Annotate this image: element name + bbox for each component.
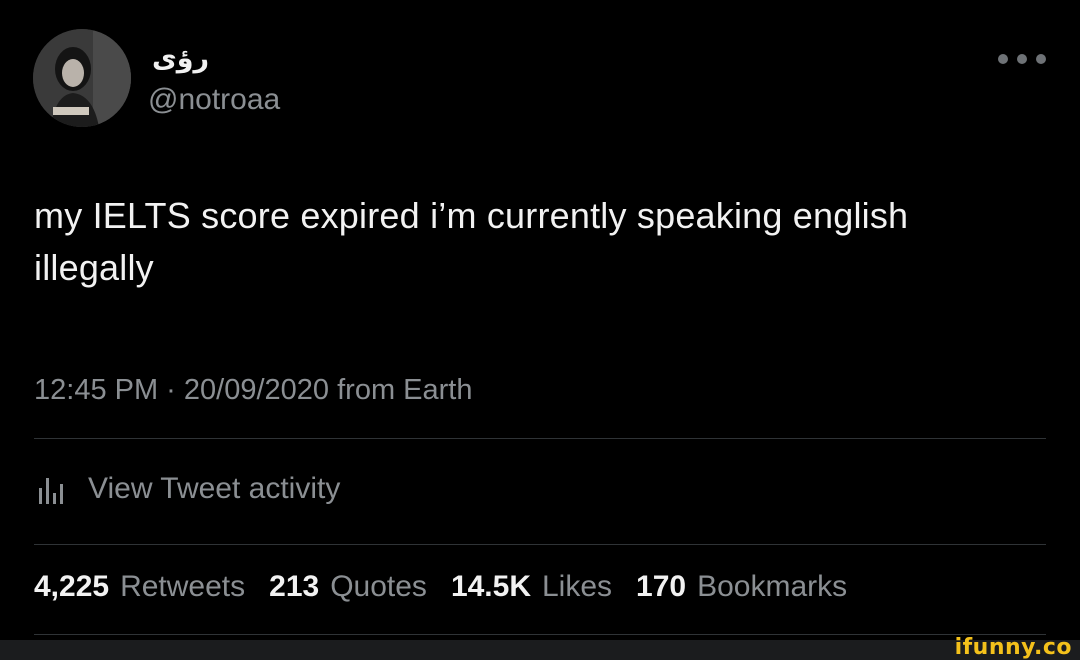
bar-chart-icon	[39, 478, 63, 504]
more-options-button[interactable]	[998, 48, 1046, 70]
more-horizontal-icon-dot	[1017, 54, 1027, 64]
display-name[interactable]: رؤى	[152, 44, 209, 74]
divider	[34, 634, 1046, 635]
quotes-count: 213	[269, 570, 320, 603]
bookmarks-label: Bookmarks	[697, 570, 848, 603]
view-tweet-activity-button[interactable]: View Tweet activity	[34, 468, 340, 510]
bookmarks-count: 170	[636, 570, 687, 603]
retweets-stat[interactable]: 4,225 Retweets	[34, 570, 245, 604]
view-tweet-activity-label: View Tweet activity	[88, 472, 341, 505]
retweets-count: 4,225	[34, 570, 110, 603]
avatar[interactable]	[33, 29, 131, 127]
likes-stat[interactable]: 14.5K Likes	[451, 570, 612, 604]
ifunny-watermark: ifunny.co	[954, 635, 1072, 660]
retweets-label: Retweets	[120, 570, 246, 603]
bookmarks-stat[interactable]: 170 Bookmarks	[636, 570, 847, 604]
likes-count: 14.5K	[450, 570, 531, 603]
user-handle[interactable]: @notroaa	[148, 83, 280, 117]
divider	[34, 438, 1046, 439]
more-horizontal-icon-dot	[1036, 54, 1046, 64]
quotes-label: Quotes	[330, 570, 427, 603]
footer-bar: ifunny.co	[0, 636, 1080, 660]
tweet-stats: 4,225 Retweets 213 Quotes 14.5K Likes 17…	[34, 570, 871, 604]
avatar-image	[33, 29, 131, 127]
tweet-card: رؤى @notroaa my IELTS score expired i’m …	[0, 0, 1080, 640]
tweet-timestamp[interactable]: 12:45 PM · 20/09/2020 from Earth	[34, 372, 472, 408]
more-horizontal-icon	[998, 54, 1008, 64]
divider	[34, 544, 1046, 545]
likes-label: Likes	[542, 570, 613, 603]
tweet-text: my IELTS score expired i’m currently spe…	[34, 195, 909, 288]
quotes-stat[interactable]: 213 Quotes	[269, 570, 427, 604]
